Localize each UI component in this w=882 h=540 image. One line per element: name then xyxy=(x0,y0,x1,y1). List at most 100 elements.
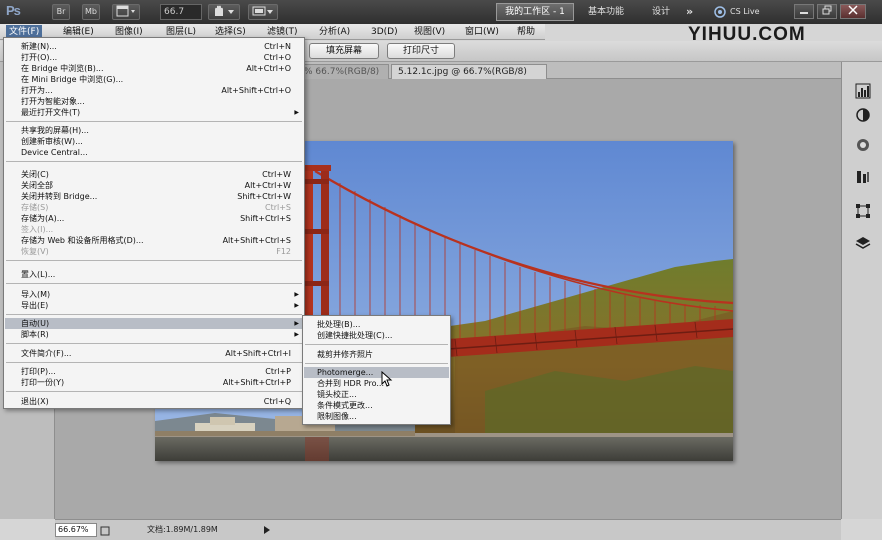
tab-active-document[interactable]: 5.12.1c.jpg @ 66.7%(RGB/8) xyxy=(391,64,547,79)
menu-separator xyxy=(305,363,448,364)
menu-separator xyxy=(6,283,302,284)
fill-screen-button[interactable]: 填充屏幕 xyxy=(309,43,379,59)
label: 置入(L)... xyxy=(21,270,56,279)
menu-item-browse-bridge[interactable]: 在 Bridge 中浏览(B)... Alt+Ctrl+O xyxy=(5,63,303,74)
maximize-button[interactable] xyxy=(817,4,837,19)
menu-help[interactable]: 帮助(H) xyxy=(514,25,545,51)
workspace-design[interactable]: 设计 xyxy=(652,4,670,20)
shortcut: Shift+Ctrl+W xyxy=(237,192,291,201)
photoshop-logo: Ps xyxy=(6,3,21,18)
shortcut: Alt+Shift+Ctrl+P xyxy=(222,378,291,387)
label: 共享我的屏幕(H)... xyxy=(21,126,89,135)
print-size-button[interactable]: 打印尺寸 xyxy=(387,43,455,59)
shortcut: Ctrl+W xyxy=(262,170,291,179)
close-button[interactable] xyxy=(840,4,866,19)
menu-item-device-central[interactable]: Device Central... xyxy=(5,147,303,158)
submenu-item-lens-correction[interactable]: 镜头校正... xyxy=(304,389,449,400)
launch-bridge-button[interactable]: Br xyxy=(52,4,70,20)
menu-item-browse-mini-bridge[interactable]: 在 Mini Bridge 中浏览(G)... xyxy=(5,74,303,85)
layers-panel-icon[interactable] xyxy=(852,232,874,254)
menu-item-exit[interactable]: 退出(X) Ctrl+Q xyxy=(5,396,303,407)
shortcut: F12 xyxy=(276,247,291,256)
view-extras-button[interactable] xyxy=(112,4,140,20)
screen-mode-button[interactable] xyxy=(248,4,278,20)
menu-view[interactable]: 视图(V) xyxy=(411,25,448,39)
status-menu-arrow-icon[interactable] xyxy=(263,525,271,538)
label: 打开为... xyxy=(21,86,53,95)
shortcut: Ctrl+N xyxy=(264,42,291,51)
menu-item-save-for-web[interactable]: 存储为 Web 和设备所用格式(D)... Alt+Shift+Ctrl+S xyxy=(5,235,303,246)
transform-panel-icon[interactable] xyxy=(852,200,874,222)
label: 打印(P)... xyxy=(21,367,56,376)
menu-item-file-info[interactable]: 文件简介(F)... Alt+Shift+Ctrl+I xyxy=(5,348,303,359)
menu-item-save[interactable]: 存储(S) Ctrl+S xyxy=(5,202,303,213)
histogram-panel-icon[interactable] xyxy=(852,80,874,102)
menu-item-share-screen[interactable]: 共享我的屏幕(H)... xyxy=(5,125,303,136)
menu-item-create-review[interactable]: 创建新审核(W)... xyxy=(5,136,303,147)
menu-separator xyxy=(6,314,302,315)
label: Device Central... xyxy=(21,148,88,157)
submenu-item-merge-hdr[interactable]: 合并到 HDR Pro... xyxy=(304,378,449,389)
menu-item-print-one-copy[interactable]: 打印一份(Y) Alt+Shift+Ctrl+P xyxy=(5,377,303,388)
label: 打开为智能对象... xyxy=(21,97,85,106)
adjustments-panel-icon[interactable] xyxy=(852,134,874,156)
menu-item-open-smart-object[interactable]: 打开为智能对象... xyxy=(5,96,303,107)
submenu-item-fit-image[interactable]: 限制图像... xyxy=(304,411,449,422)
label: 关闭全部 xyxy=(21,181,53,190)
menu-item-open-as[interactable]: 打开为... Alt+Shift+Ctrl+O xyxy=(5,85,303,96)
launch-mini-bridge-button[interactable]: Mb xyxy=(82,4,100,20)
menu-analysis[interactable]: 分析(A) xyxy=(316,25,353,39)
color-panel-icon[interactable] xyxy=(852,104,874,126)
label: 文件简介(F)... xyxy=(21,349,72,358)
submenu-arrow-icon: ▶ xyxy=(294,109,299,116)
workspace-basic[interactable]: 基本功能 xyxy=(588,4,624,20)
menu-item-export[interactable]: 导出(E) ▶ xyxy=(5,300,303,311)
menu-item-close[interactable]: 关闭(C) Ctrl+W xyxy=(5,169,303,180)
minimize-button[interactable] xyxy=(794,4,814,19)
menu-item-check-in[interactable]: 签入(I)... xyxy=(5,224,303,235)
tab-previous-document[interactable]: % 66.7%(RGB/8) xyxy=(297,64,389,79)
menu-item-revert[interactable]: 恢复(V) F12 xyxy=(5,246,303,257)
label: 关闭(C) xyxy=(21,170,49,179)
view-extras-icon xyxy=(116,5,135,17)
menu-item-close-go-bridge[interactable]: 关闭并转到 Bridge... Shift+Ctrl+W xyxy=(5,191,303,202)
menu-3d[interactable]: 3D(D) xyxy=(368,25,401,39)
menu-item-save-as[interactable]: 存储为(A)... Shift+Ctrl+S xyxy=(5,213,303,224)
status-zoom-field[interactable]: 66.67% xyxy=(55,523,97,537)
submenu-item-batch[interactable]: 批处理(B)... xyxy=(304,319,449,330)
submenu-item-photomerge[interactable]: Photomerge... xyxy=(304,367,449,378)
arrange-documents-button[interactable] xyxy=(208,4,240,20)
label: 打开(O)... xyxy=(21,53,58,62)
menu-item-scripts[interactable]: 脚本(R) ▶ xyxy=(5,329,303,340)
submenu-item-conditional-mode[interactable]: 条件模式更改... xyxy=(304,400,449,411)
workspace-my-workspace[interactable]: 我的工作区 - 1 xyxy=(496,3,574,21)
menu-window[interactable]: 窗口(W) xyxy=(462,25,502,39)
restore-icon xyxy=(822,5,832,15)
label: 创建新审核(W)... xyxy=(21,137,83,146)
label: 打印一份(Y) xyxy=(21,378,65,387)
label: 限制图像... xyxy=(317,412,357,421)
menu-item-print[interactable]: 打印(P)... Ctrl+P xyxy=(5,366,303,377)
menu-item-recent-files[interactable]: 最近打开文件(T) ▶ xyxy=(5,107,303,118)
cs-live-button[interactable]: CS Live xyxy=(730,4,760,20)
submenu-item-crop-straighten[interactable]: 裁剪并修齐照片 xyxy=(304,349,449,360)
menu-item-automate[interactable]: 自动(U) ▶ xyxy=(5,318,303,329)
shortcut: Ctrl+P xyxy=(265,367,291,376)
menu-item-import[interactable]: 导入(M) ▶ xyxy=(5,289,303,300)
shortcut: Ctrl+S xyxy=(264,203,291,212)
brush-panel-icon[interactable] xyxy=(852,166,874,188)
zoom-level-field[interactable]: 66.7 xyxy=(160,4,202,20)
menu-item-place[interactable]: 置入(L)... xyxy=(5,269,303,280)
menu-separator xyxy=(6,121,302,122)
menu-item-new[interactable]: 新建(N)... Ctrl+N xyxy=(5,41,303,52)
close-icon xyxy=(848,5,858,15)
workspace-more-button[interactable]: » xyxy=(686,4,693,20)
menu-item-open[interactable]: 打开(O)... Ctrl+O xyxy=(5,52,303,63)
submenu-item-create-droplet[interactable]: 创建快捷批处理(C)... xyxy=(304,330,449,341)
shortcut: Ctrl+O xyxy=(263,53,291,62)
menu-item-close-all[interactable]: 关闭全部 Alt+Ctrl+W xyxy=(5,180,303,191)
document-size-info: 文档:1.89M/1.89M xyxy=(147,525,218,534)
shortcut: Alt+Ctrl+W xyxy=(244,181,291,190)
screen-mode-icon xyxy=(252,6,273,16)
shortcut: Shift+Ctrl+S xyxy=(240,214,291,223)
